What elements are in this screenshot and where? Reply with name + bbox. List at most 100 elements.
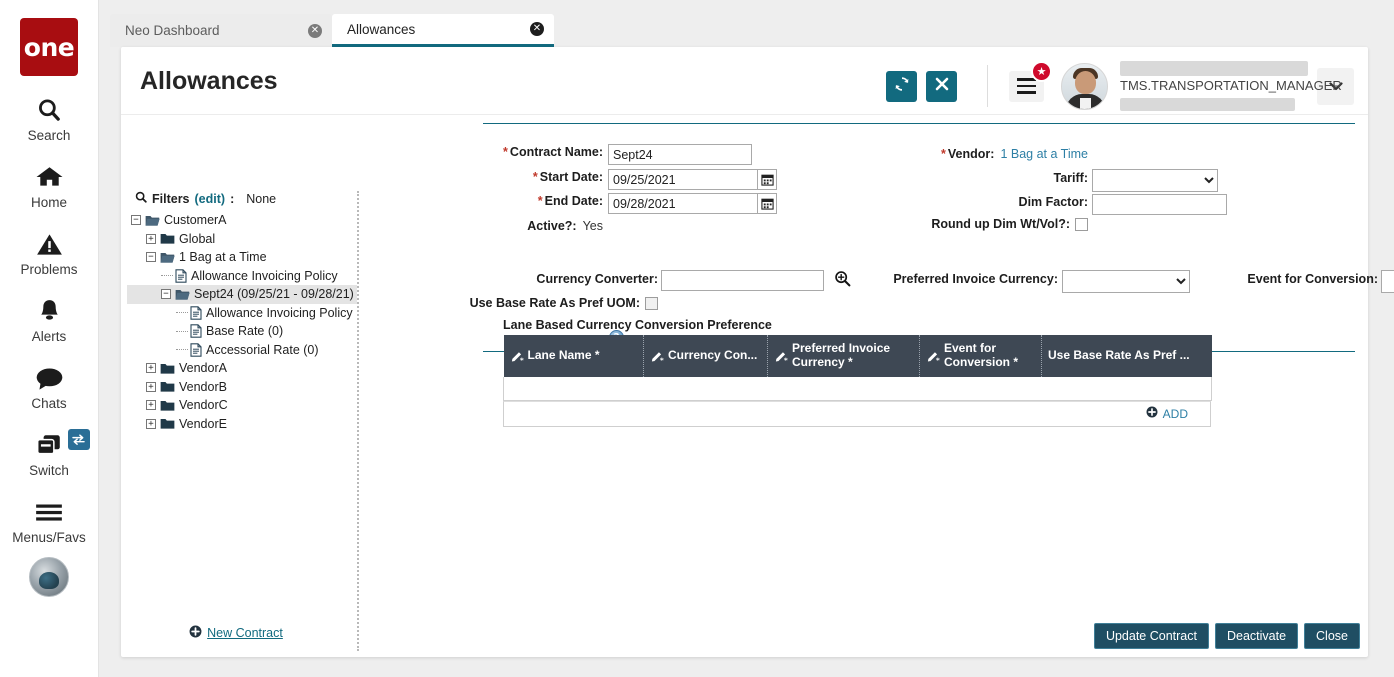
preferred-invoice-currency-select[interactable]: [1062, 270, 1190, 293]
sidebar-item-problems[interactable]: Problems: [0, 227, 99, 277]
table-add-row[interactable]: ADD: [503, 401, 1211, 427]
collapse-icon[interactable]: −: [131, 215, 141, 225]
close-button[interactable]: [926, 71, 957, 102]
svg-text:*: *: [519, 355, 523, 363]
redacted-bar-bottom: [1120, 98, 1295, 111]
refresh-button[interactable]: [886, 71, 917, 102]
tree-node[interactable]: Accessorial Rate (0): [127, 341, 357, 360]
table-empty-cell: [504, 377, 1212, 400]
expand-icon[interactable]: +: [146, 400, 156, 410]
update-contract-button[interactable]: Update Contract: [1094, 623, 1209, 649]
warning-triangle-icon: [36, 227, 63, 261]
close-circle-icon[interactable]: ✕: [308, 24, 322, 38]
pencil-edit-icon[interactable]: *: [650, 349, 665, 363]
tree-node[interactable]: Base Rate (0): [127, 322, 357, 341]
document-icon: [190, 343, 202, 357]
user-info-block: TMS.TRANSPORTATION_MANAGER: [1120, 61, 1308, 111]
dim-factor-input[interactable]: [1092, 194, 1227, 215]
close-circle-icon[interactable]: ✕: [530, 22, 544, 36]
expand-icon[interactable]: +: [146, 419, 156, 429]
magnifier-plus-icon[interactable]: [834, 270, 851, 287]
end-date-input[interactable]: [608, 193, 758, 214]
folder-icon: [160, 399, 175, 412]
expand-icon[interactable]: +: [146, 363, 156, 373]
sidebar-label-switch: Switch: [29, 463, 69, 478]
tree-node-label: Base Rate (0): [206, 324, 283, 338]
tree-node[interactable]: Allowance Invoicing Policy: [127, 267, 357, 286]
filters-colon: :: [230, 192, 234, 206]
tree-node[interactable]: −1 Bag at a Time: [127, 248, 357, 267]
new-contract-label: New Contract: [207, 626, 283, 640]
table-column-header[interactable]: Use Base Rate As Pref ...: [1042, 335, 1212, 377]
tab-label: Allowances: [347, 22, 530, 37]
tree-node[interactable]: +VendorC: [127, 396, 357, 415]
deactivate-button[interactable]: Deactivate: [1215, 623, 1298, 649]
page-header: Allowances ★ TMS.TR: [121, 47, 1368, 115]
tab-allowances[interactable]: Allowances ✕: [332, 14, 554, 47]
start-date-input[interactable]: [608, 169, 758, 190]
tab-neo-dashboard[interactable]: Neo Dashboard ✕: [110, 14, 332, 47]
calendar-icon[interactable]: [758, 193, 777, 214]
tariff-label: Tariff:: [1054, 171, 1089, 185]
folder-icon: [160, 380, 175, 393]
tree-list: −CustomerA+Global−1 Bag at a TimeAllowan…: [127, 211, 357, 433]
dim-factor-label: Dim Factor:: [1019, 195, 1088, 209]
use-base-rate-checkbox[interactable]: [645, 297, 658, 310]
collapse-icon[interactable]: −: [146, 252, 156, 262]
table-column-header[interactable]: *Currency Con...: [644, 335, 768, 377]
tree-node[interactable]: Allowance Invoicing Policy: [127, 304, 357, 323]
table-column-label: Preferred Invoice Currency *: [792, 342, 913, 370]
currency-converter-input[interactable]: [661, 270, 824, 291]
table-column-header[interactable]: *Preferred Invoice Currency *: [768, 335, 920, 377]
table-column-header[interactable]: *Event for Conversion *: [920, 335, 1042, 377]
table-header-row: *Lane Name **Currency Con...*Preferred I…: [504, 335, 1212, 377]
use-base-rate-label: Use Base Rate As Pref UOM:: [470, 296, 640, 310]
tree-guide-line: [176, 312, 188, 313]
event-for-conversion-select[interactable]: [1381, 270, 1394, 293]
filters-edit-link[interactable]: (edit): [195, 192, 226, 206]
pencil-edit-icon[interactable]: *: [926, 349, 941, 363]
folder-open-icon: [175, 288, 190, 301]
rail-avatar[interactable]: [29, 557, 69, 597]
contract-name-input[interactable]: [608, 144, 752, 165]
sidebar-item-alerts[interactable]: Alerts: [0, 294, 99, 344]
new-contract-link[interactable]: New Contract: [127, 625, 345, 641]
sidebar-item-chats[interactable]: Chats: [0, 361, 99, 411]
folder-icon: [160, 232, 175, 245]
swap-arrows-icon[interactable]: [68, 429, 90, 450]
collapse-icon[interactable]: −: [161, 289, 171, 299]
tree-node[interactable]: +VendorE: [127, 415, 357, 434]
tree-node[interactable]: +VendorB: [127, 378, 357, 397]
tree-node[interactable]: +VendorA: [127, 359, 357, 378]
sidebar-item-switch[interactable]: Switch: [0, 428, 99, 478]
panel-body: Filters (edit) : None −CustomerA+Global−…: [121, 115, 1368, 657]
vendor-value-link[interactable]: 1 Bag at a Time: [1000, 147, 1088, 161]
close-button[interactable]: Close: [1304, 623, 1360, 649]
pencil-edit-icon[interactable]: *: [510, 349, 525, 363]
round-up-dim-checkbox[interactable]: [1075, 218, 1088, 231]
sidebar-item-search[interactable]: Search: [0, 93, 99, 143]
tree-node[interactable]: +Global: [127, 230, 357, 249]
header-divider: [987, 65, 988, 107]
calendar-icon[interactable]: [758, 169, 777, 190]
tree-node-label: CustomerA: [164, 213, 227, 227]
content-panel: Allowances ★ TMS.TR: [121, 47, 1368, 657]
filters-bar[interactable]: Filters (edit) : None: [127, 191, 357, 211]
sidebar-item-menus-favs[interactable]: Menus/Favs: [0, 495, 99, 545]
field-contract-name: *Contract Name:: [368, 145, 603, 159]
end-date-control: [608, 193, 777, 214]
tree-node[interactable]: − CustomerA: [127, 211, 357, 230]
avatar[interactable]: [1061, 63, 1108, 110]
tree-node[interactable]: −Sept24 (09/25/21 - 09/28/21): [127, 285, 357, 304]
pencil-edit-icon[interactable]: *: [774, 349, 789, 363]
header-menu-button[interactable]: ★: [1009, 71, 1044, 102]
sidebar-item-home[interactable]: Home: [0, 160, 99, 210]
table-column-header[interactable]: *Lane Name *: [504, 335, 644, 377]
expand-icon[interactable]: +: [146, 234, 156, 244]
expand-icon[interactable]: +: [146, 382, 156, 392]
field-currency-converter: Currency Converter:: [368, 272, 658, 286]
tariff-select[interactable]: [1092, 169, 1218, 192]
field-use-base-rate: Use Base Rate As Pref UOM:: [368, 296, 658, 310]
folder-icon: [160, 417, 175, 430]
sidebar-label-menus-favs: Menus/Favs: [12, 530, 86, 545]
